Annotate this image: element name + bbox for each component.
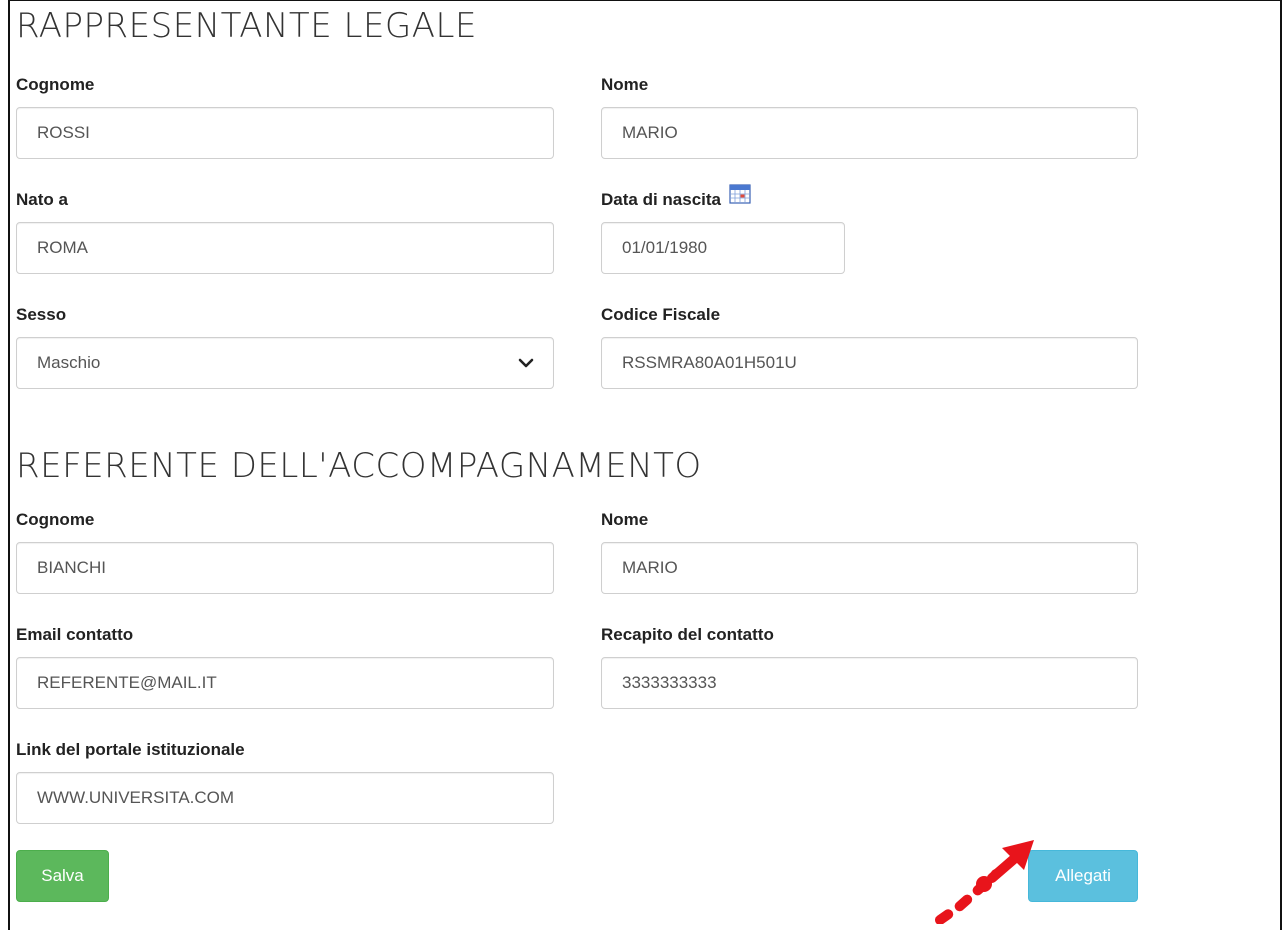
legale-cognome-input[interactable]: ROSSI [16, 107, 554, 159]
referente-recapito-label: Recapito del contatto [601, 625, 774, 644]
legale-nome-input[interactable]: MARIO [601, 107, 1138, 159]
referente-nome-label: Nome [601, 510, 649, 529]
legale-cf-label: Codice Fiscale [601, 305, 721, 324]
calendar-icon[interactable] [729, 184, 751, 204]
save-button[interactable]: Salva [16, 850, 109, 902]
legale-data-label-wrap: Data di nascita [601, 184, 751, 210]
referente-link-label: Link del portale istituzionale [16, 740, 245, 759]
section-title-referente: REFERENTE DELL'ACCOMPAGNAMENTO [16, 446, 702, 486]
section-title-legale: RAPPRESENTANTE LEGALE [16, 6, 477, 46]
legale-sesso-label: Sesso [16, 305, 67, 324]
legale-data-label: Data di nascita [601, 190, 721, 209]
referente-nome-input[interactable]: MARIO [601, 542, 1138, 594]
chevron-down-icon [518, 358, 534, 368]
referente-cognome-label: Cognome [16, 510, 95, 529]
referente-email-label: Email contatto [16, 625, 134, 644]
legale-cf-input[interactable]: RSSMRA80A01H501U [601, 337, 1138, 389]
referente-link-input[interactable]: WWW.UNIVERSITA.COM [16, 772, 554, 824]
legale-nato-label: Nato a [16, 190, 68, 209]
attachments-button[interactable]: Allegati [1028, 850, 1138, 902]
legale-sesso-value: Maschio [37, 353, 101, 372]
referente-recapito-input[interactable]: 3333333333 [601, 657, 1138, 709]
legale-data-input[interactable]: 01/01/1980 [601, 222, 845, 274]
referente-email-input[interactable]: REFERENTE@MAIL.IT [16, 657, 554, 709]
legale-sesso-select[interactable]: Maschio [16, 337, 554, 389]
legale-nato-input[interactable]: ROMA [16, 222, 554, 274]
legale-nome-label: Nome [601, 75, 649, 94]
legale-cognome-label: Cognome [16, 75, 95, 94]
referente-cognome-input[interactable]: BIANCHI [16, 542, 554, 594]
